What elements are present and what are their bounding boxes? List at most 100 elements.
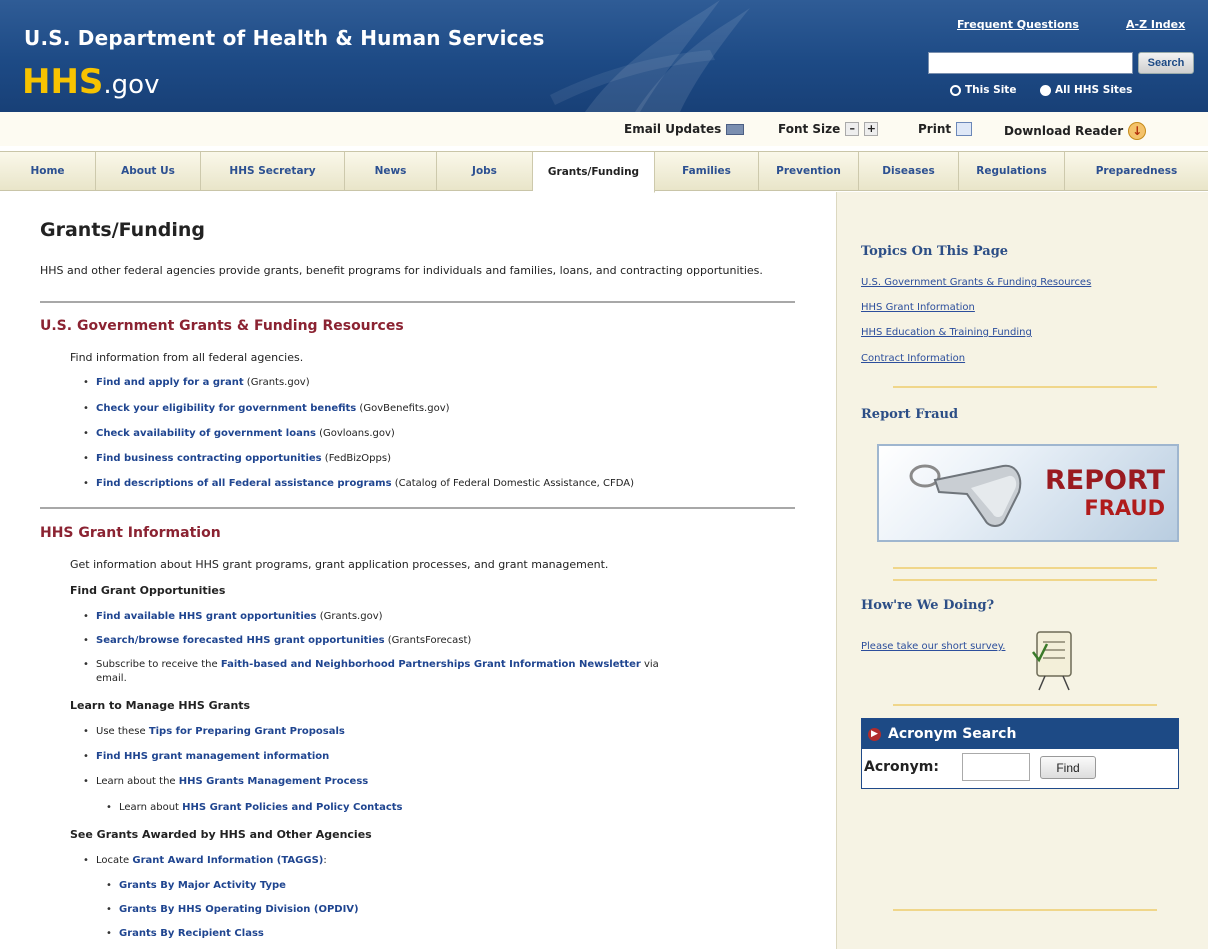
list-item-link[interactable]: Check your eligibility for government be…: [96, 403, 356, 414]
topic-link[interactable]: Contract Information: [861, 353, 965, 364]
list-item-link[interactable]: Find available HHS grant opportunities: [96, 611, 317, 622]
section-heading-hhs-grant-info: HHS Grant Information: [40, 525, 221, 541]
tab-preparedness[interactable]: Preparedness: [1065, 152, 1208, 190]
acronym-input[interactable]: [962, 753, 1030, 781]
download-reader-link[interactable]: Download Reader ↓: [1004, 122, 1147, 140]
radio-all-hhs-sites[interactable]: All HHS Sites: [1040, 84, 1132, 96]
list-item: Find descriptions of all Federal assista…: [83, 478, 634, 489]
tab-hhs-secretary[interactable]: HHS Secretary: [201, 152, 345, 190]
font-size-control: Font Size – +: [778, 122, 879, 136]
list-item-link[interactable]: Search/browse forecasted HHS grant oppor…: [96, 635, 385, 646]
list-item-link[interactable]: Grant Award Information (TAGGS): [132, 855, 323, 866]
list-item: Learn about HHS Grant Policies and Polic…: [106, 802, 402, 813]
sidebar-divider: [893, 704, 1157, 706]
list-item-text: Locate: [96, 855, 133, 866]
list-item-link[interactable]: Find and apply for a grant: [96, 377, 244, 388]
list-item-link[interactable]: Find descriptions of all Federal assista…: [96, 478, 392, 489]
topic-link[interactable]: HHS Education & Training Funding: [861, 327, 1032, 338]
subheading-find-opportunities: Find Grant Opportunities: [70, 584, 226, 597]
a-z-index-link[interactable]: A-Z Index: [1126, 18, 1185, 31]
list-item: Find HHS grant management information: [83, 751, 329, 762]
list-item-link[interactable]: HHS Grants Management Process: [179, 776, 368, 787]
list-item-link[interactable]: Find business contracting opportunities: [96, 453, 322, 464]
section-lead-text: Get information about HHS grant programs…: [70, 558, 609, 571]
logo-gov-text: .gov: [103, 70, 160, 100]
radio-this-site-label: This Site: [965, 84, 1017, 96]
survey-clipboard-icon: [1032, 631, 1072, 691]
radio-selected-icon: [1040, 84, 1051, 96]
list-item: Grants By Major Activity Type: [106, 880, 286, 891]
print-label: Print: [918, 122, 952, 136]
list-item-link[interactable]: Check availability of government loans: [96, 428, 316, 439]
tab-home[interactable]: Home: [0, 152, 96, 190]
tab-families[interactable]: Families: [655, 152, 759, 190]
list-item-note: (GovBenefits.gov): [356, 403, 450, 414]
list-item-text: :: [323, 855, 327, 866]
section-divider: [40, 507, 795, 509]
radio-unselected-icon: [950, 84, 961, 96]
acronym-search-box: ▶ Acronym Search Acronym: Find: [861, 718, 1179, 789]
list-item-text: Subscribe to receive the: [96, 659, 221, 670]
tab-grants-funding[interactable]: Grants/Funding: [533, 152, 655, 193]
section-divider: [40, 301, 795, 303]
tab-news[interactable]: News: [345, 152, 437, 190]
site-search-input[interactable]: [928, 52, 1133, 74]
whistle-icon: [909, 464, 1022, 527]
sidebar-divider: [893, 909, 1157, 911]
list-item-link[interactable]: Grants By Recipient Class: [119, 928, 264, 939]
tab-regulations[interactable]: Regulations: [959, 152, 1065, 190]
list-item-note: (GrantsForecast): [384, 635, 472, 646]
font-decrease-button[interactable]: –: [845, 122, 860, 136]
tab-jobs[interactable]: Jobs: [437, 152, 533, 190]
email-updates-label: Email Updates: [624, 122, 722, 136]
frequent-questions-link[interactable]: Frequent Questions: [957, 18, 1079, 31]
list-item: Locate Grant Award Information (TAGGS):: [83, 855, 327, 866]
sidebar-divider: [893, 579, 1157, 581]
list-item-link[interactable]: Tips for Preparing Grant Proposals: [149, 726, 345, 737]
list-item: Find and apply for a grant (Grants.gov): [83, 377, 310, 388]
acronym-search-title: Acronym Search: [888, 726, 1017, 742]
find-button[interactable]: Find: [1040, 756, 1096, 779]
list-item-link[interactable]: HHS Grant Policies and Policy Contacts: [182, 802, 402, 813]
department-title: U.S. Department of Health & Human Servic…: [24, 26, 545, 50]
list-item: Check availability of government loans (…: [83, 428, 395, 439]
logo-hhs-text: HHS: [22, 62, 104, 102]
font-increase-button[interactable]: +: [864, 122, 879, 136]
tab-prevention[interactable]: Prevention: [759, 152, 859, 190]
list-item-link[interactable]: Faith-based and Neighborhood Partnership…: [221, 659, 641, 670]
list-item-link[interactable]: Grants By HHS Operating Division (OPDIV): [119, 904, 359, 915]
list-item: Grants By Recipient Class: [106, 928, 264, 939]
download-reader-label: Download Reader: [1004, 124, 1124, 138]
printer-icon: [956, 122, 973, 136]
section-lead-text: Find information from all federal agenci…: [70, 351, 304, 364]
survey-link[interactable]: Please take our short survey.: [861, 641, 1005, 652]
report-fraud-line1: REPORT: [1045, 465, 1165, 496]
list-item-link[interactable]: Grants By Major Activity Type: [119, 880, 286, 891]
list-item-note: (Grants.gov): [316, 611, 383, 622]
list-item-note: via: [640, 659, 659, 670]
list-item-text: Use these: [96, 726, 149, 737]
search-button[interactable]: Search: [1138, 52, 1194, 74]
list-item-link[interactable]: Find HHS grant management information: [96, 751, 329, 762]
tab-about-us[interactable]: About Us: [96, 152, 201, 190]
radio-all-hhs-sites-label: All HHS Sites: [1055, 84, 1133, 96]
list-item-wrap-text: email.: [96, 673, 127, 684]
print-link[interactable]: Print: [918, 122, 973, 136]
topic-link[interactable]: HHS Grant Information: [861, 302, 975, 313]
list-item: Find business contracting opportunities …: [83, 453, 391, 464]
list-item: Use these Tips for Preparing Grant Propo…: [83, 726, 345, 737]
list-item: Find available HHS grant opportunities (…: [83, 611, 383, 622]
email-updates-link[interactable]: Email Updates: [624, 122, 745, 136]
list-item-note: (Govloans.gov): [315, 428, 395, 439]
download-arrow-icon: ↓: [1128, 122, 1147, 140]
envelope-icon: [726, 123, 745, 135]
list-item: Grants By HHS Operating Division (OPDIV): [106, 904, 359, 915]
report-fraud-banner[interactable]: REPORT FRAUD: [877, 444, 1179, 542]
tab-diseases[interactable]: Diseases: [859, 152, 959, 190]
topics-heading: Topics On This Page: [861, 244, 1009, 259]
hhs-gov-logo[interactable]: HHS.gov: [22, 62, 159, 105]
radio-this-site[interactable]: This Site: [950, 84, 1016, 96]
topic-link[interactable]: U.S. Government Grants & Funding Resourc…: [861, 277, 1091, 288]
intro-text: HHS and other federal agencies provide g…: [40, 264, 763, 277]
subheading-grants-awarded: See Grants Awarded by HHS and Other Agen…: [70, 828, 372, 841]
